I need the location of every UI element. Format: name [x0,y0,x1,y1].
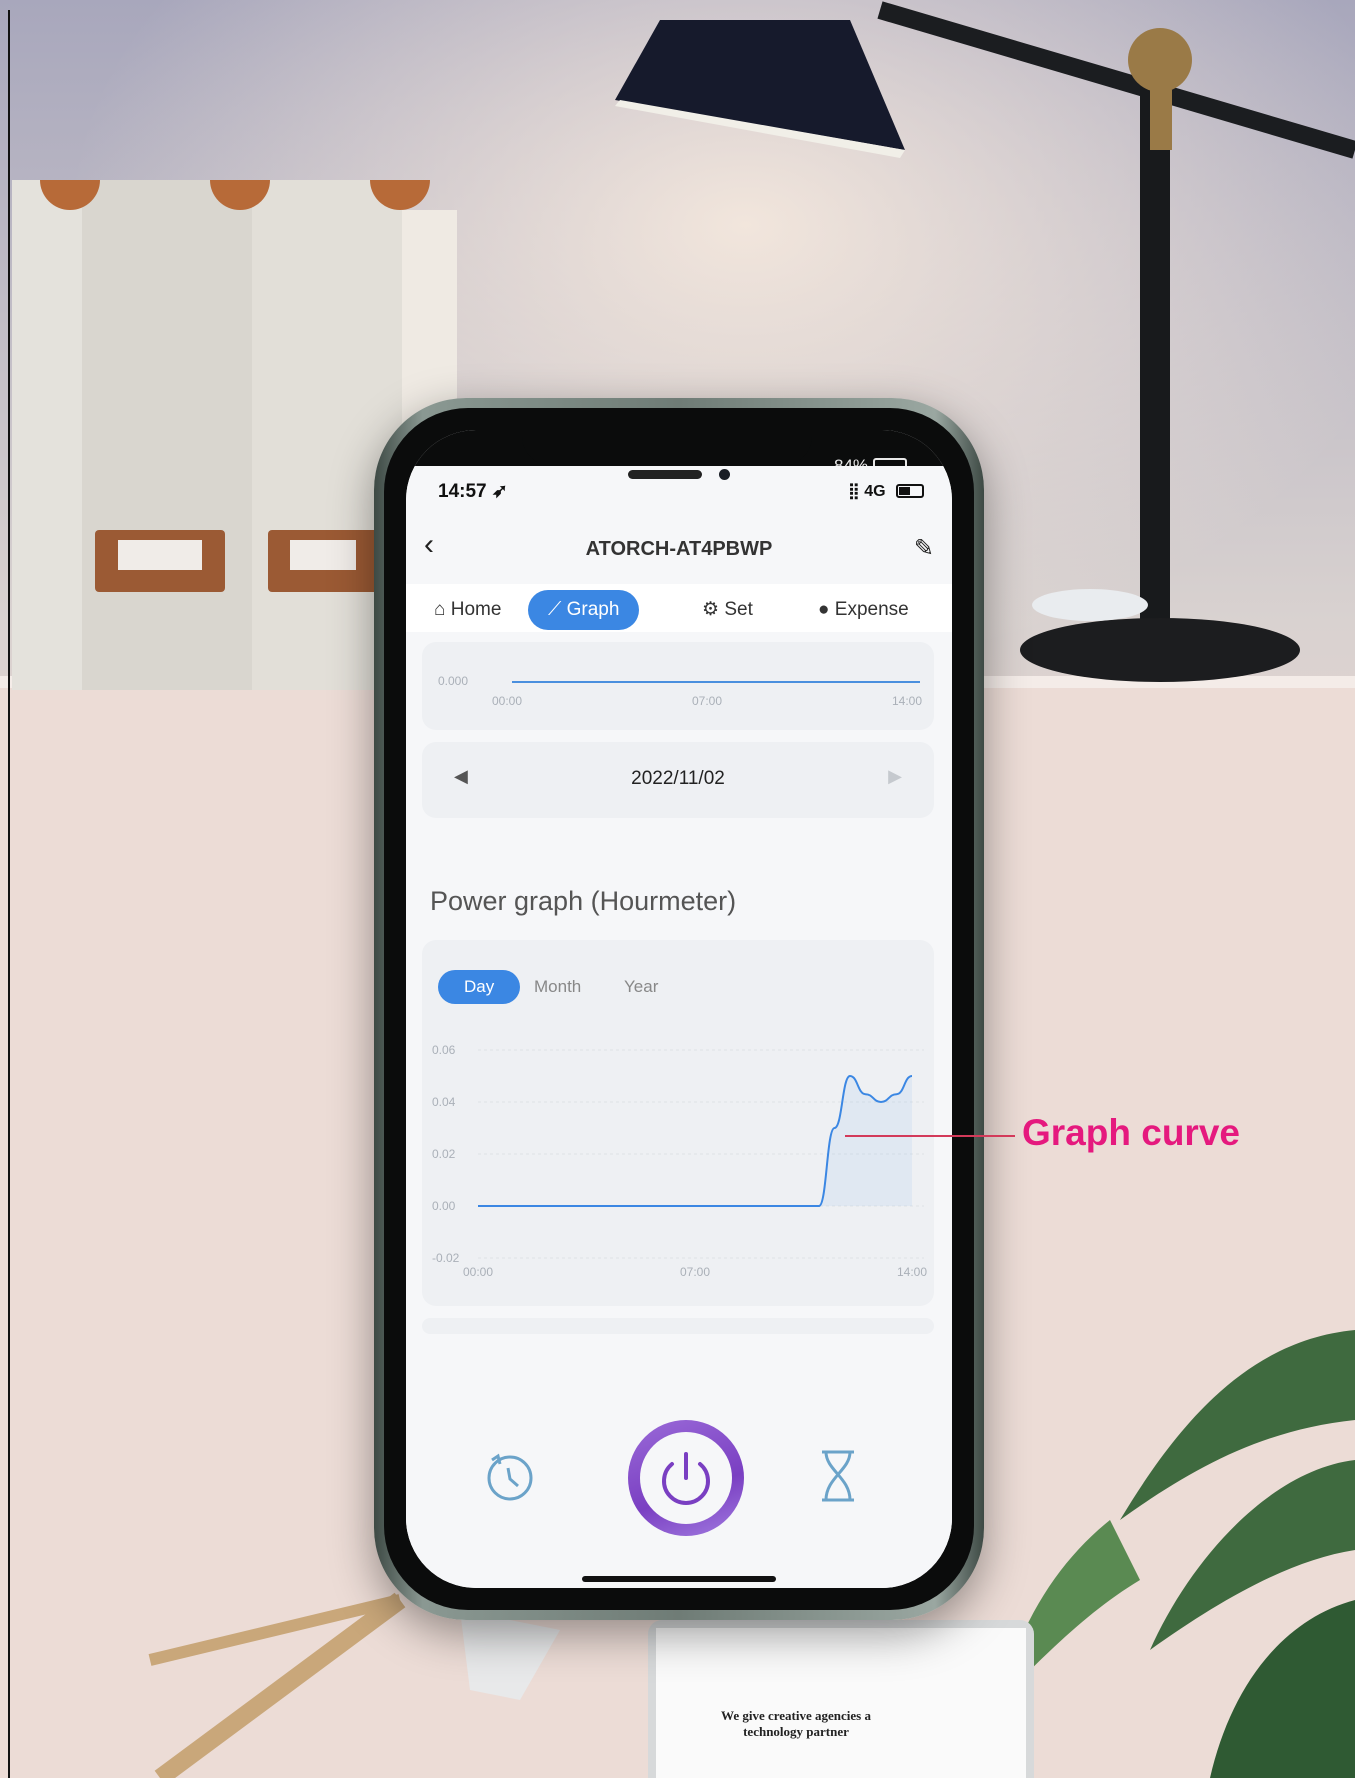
signal-icon: ⣿ [848,483,860,500]
tab-home[interactable]: ⌂ Home [434,590,501,630]
home-icon: ⌂ [434,599,446,620]
power-chart: 0.06 0.04 0.02 0.00 -0.0200:00 07:00 14:00 [432,1043,927,1279]
period-tab-day[interactable]: Day [438,970,521,1004]
battery-icon [896,484,924,498]
coin-icon: ● [818,599,830,620]
bottom-controls [406,1396,952,1566]
tab-graph[interactable]: ⟋ Graph [528,590,640,630]
period-tab-year[interactable]: Year [624,970,658,1004]
tab-expense-label: Expense [834,599,909,620]
power-button-inner [640,1432,732,1524]
laptop-screen: We give creative agencies a technology p… [656,1628,1026,1778]
phone-frame: 84% 14:57 ➶ ⣿ 4G ‹ ATORCH-AT4PBWP ✎ [374,398,984,1620]
x-tick-label: 07:00 [680,1265,710,1279]
x-tick-label: 00:00 [463,1265,493,1279]
gear-icon: ⚙ [702,599,720,620]
tab-set-label: Set [724,599,753,620]
y-tick-label: 0.00 [432,1199,456,1213]
selected-date: 2022/11/02 [631,768,725,789]
mini-chart-x-label: 00:00 [492,694,523,708]
mini-chart-card: 0.000 00:00 07:00 14:00 [422,642,934,730]
tab-graph-label: Graph [566,599,620,620]
home-indicator[interactable] [582,1576,776,1582]
phone-screen: 84% 14:57 ➶ ⣿ 4G ‹ ATORCH-AT4PBWP ✎ [406,430,952,1588]
edit-pencil-icon[interactable]: ✎ [914,534,934,563]
countdown-timer-icon[interactable] [482,1448,538,1504]
power-icon [662,1452,710,1505]
y-tick-label: 0.04 [432,1095,456,1109]
annotation-label: Graph curve [1022,1112,1240,1153]
mini-chart-x-label: 14:00 [892,694,923,708]
x-tick-label: 14:00 [897,1265,927,1279]
left-border [8,10,10,1778]
power-button[interactable] [628,1420,744,1536]
laptop-caption: We give creative agencies a technology p… [721,1708,871,1739]
tab-set[interactable]: ⚙ Set [702,590,753,630]
line-chart-icon: ⟋ [548,599,562,620]
laptop: We give creative agencies a technology p… [648,1620,1034,1778]
next-card-edge [422,1318,934,1334]
speaker [628,470,702,479]
location-arrow-icon: ➶ [491,481,508,502]
tab-home-label: Home [450,599,502,620]
mini-chart-x-label: 07:00 [692,694,723,708]
date-navigator: ◀ 2022/11/02 ▶ [422,742,934,818]
app-screen: 14:57 ➶ ⣿ 4G ‹ ATORCH-AT4PBWP ✎ ⌂ Home ⟋… [406,466,952,1588]
status-right: ⣿ 4G [848,481,924,501]
period-tab-month[interactable]: Month [534,970,581,1004]
tab-bar: ⌂ Home ⟋ Graph ⚙ Set ● Expense [406,584,952,632]
status-time: 14:57 ➶ [438,480,508,503]
power-chart-card: Day Month Year 0.06 0.04 0.02 0.00 -0.02 00:0… [422,940,934,1306]
y-tick-label: -0.02 [432,1251,460,1265]
header: ‹ ATORCH-AT4PBWP ✎ [406,516,952,580]
mini-chart-y-label: 0.000 [438,674,469,688]
mini-chart-line [512,681,920,683]
front-camera [719,469,730,480]
power-graph-title: Power graph (Hourmeter) [430,886,737,916]
background-scene: We give creative agencies a technology p… [0,0,1355,1778]
network-label: 4G [864,483,886,500]
y-tick-label: 0.02 [432,1147,456,1161]
next-date-arrow-icon[interactable]: ▶ [888,766,902,787]
tab-expense[interactable]: ● Expense [818,590,909,630]
annotation-pointer [845,1135,1015,1137]
series-area [478,1076,912,1206]
status-time-text: 14:57 [438,481,487,502]
notch [522,430,812,466]
hourglass-icon[interactable] [816,1448,860,1504]
device-title: ATORCH-AT4PBWP [585,538,773,560]
y-tick-label: 0.06 [432,1043,456,1057]
